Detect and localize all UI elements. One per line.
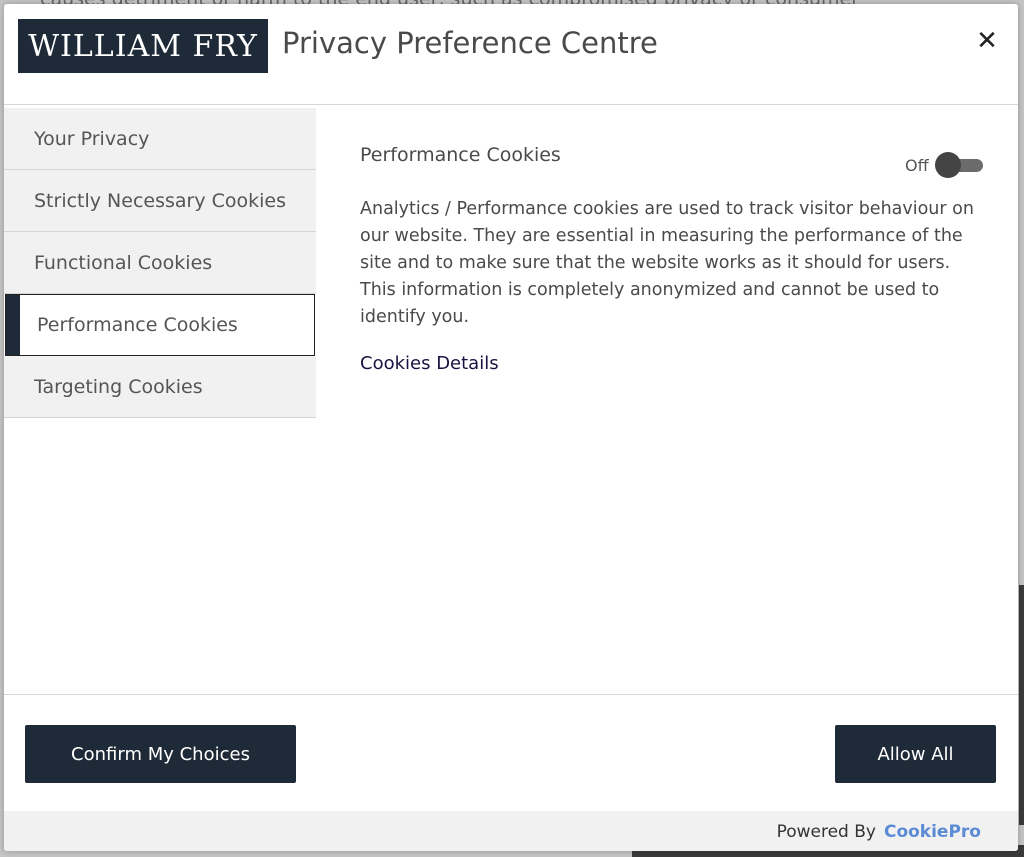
sidebar-item-label: Your Privacy [34, 127, 150, 150]
sidebar-item-label: Strictly Necessary Cookies [34, 189, 287, 212]
section-title: Performance Cookies [360, 144, 561, 166]
cookiepro-link[interactable]: CookiePro [884, 822, 981, 842]
section-description: Analytics / Performance cookies are used… [360, 199, 974, 327]
dialog-footer: Confirm My Choices Allow All Powered By … [4, 694, 1018, 851]
sidebar-item-strictly-necessary[interactable]: Strictly Necessary Cookies [4, 170, 316, 232]
powered-by-label: Powered By [776, 821, 876, 842]
sidebar-item-label: Performance Cookies [37, 314, 238, 336]
sidebar-item-your-privacy[interactable]: Your Privacy [4, 108, 316, 170]
cookies-details-link[interactable]: Cookies Details [360, 353, 990, 374]
sidebar-item-functional[interactable]: Functional Cookies [4, 232, 316, 294]
sidebar-item-targeting[interactable]: Targeting Cookies [4, 356, 316, 418]
close-icon[interactable]: ✕ [974, 26, 1000, 56]
toggle-state-label: Off [905, 155, 929, 175]
sidebar-item-label: Targeting Cookies [34, 375, 203, 398]
toggle-knob [934, 152, 961, 178]
privacy-preference-dialog: WILLIAM FRY Privacy Preference Centre ✕ … [4, 4, 1018, 851]
william-fry-logo: WILLIAM FRY [18, 19, 268, 73]
consent-toggle-group: Off [905, 152, 985, 178]
category-content: Performance Cookies Off Analytics / Perf… [360, 144, 990, 374]
background-dark-strip [1019, 585, 1024, 825]
confirm-choices-button[interactable]: Confirm My Choices [25, 725, 296, 783]
performance-cookies-toggle[interactable] [934, 152, 985, 178]
active-indicator [6, 295, 20, 355]
dialog-header: WILLIAM FRY Privacy Preference Centre ✕ [4, 4, 1018, 105]
sidebar-item-performance[interactable]: Performance Cookies [5, 294, 315, 356]
powered-by-bar: Powered By CookiePro [4, 811, 1018, 851]
allow-all-button[interactable]: Allow All [835, 725, 996, 783]
sidebar-item-label: Functional Cookies [34, 251, 213, 274]
dialog-title: Privacy Preference Centre [282, 26, 658, 60]
category-sidebar: Your Privacy Strictly Necessary Cookies … [4, 108, 316, 418]
